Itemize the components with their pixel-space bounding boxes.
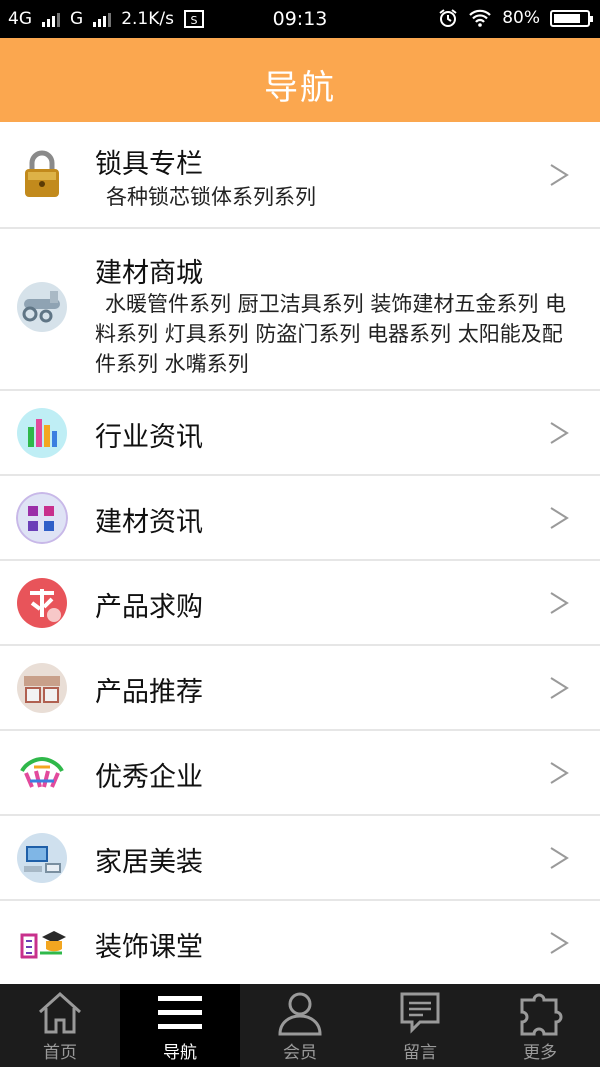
user-icon xyxy=(278,992,322,1036)
chevron-right-icon xyxy=(550,847,569,869)
menu-item-building-mall[interactable]: 建材商城 水暖管件系列 厨卫洁具系列 装饰建材五金系列 电料系列 灯具系列 防盗… xyxy=(0,229,600,391)
alarm-icon xyxy=(439,9,457,27)
menu-item-lock[interactable]: 锁具专栏 各种锁芯锁体系列系列 xyxy=(0,122,600,229)
menu-item-label: 行业资讯 xyxy=(95,422,203,453)
tab-message[interactable]: 留言 xyxy=(360,984,480,1067)
bottom-tab-bar: 首页 导航 会员 留言 更多 xyxy=(0,984,600,1067)
tab-label: 留言 xyxy=(403,1043,437,1063)
chevron-right-icon xyxy=(550,592,569,614)
tab-label: 会员 xyxy=(283,1043,317,1063)
chevron-right-icon xyxy=(550,932,569,954)
battery-percent: 80% xyxy=(502,8,540,28)
product-recommend-icon xyxy=(17,663,67,713)
nav-menu-list: 锁具专栏 各种锁芯锁体系列系列 建材商城 水暖管件系列 厨卫洁具系列 装饰建材五… xyxy=(0,122,600,986)
purchase-request-icon xyxy=(17,578,67,628)
status-right: 80% xyxy=(438,8,593,28)
header-bar: 导航 xyxy=(0,38,600,122)
tab-label: 首页 xyxy=(43,1043,77,1063)
excellent-enterprise-icon xyxy=(20,756,64,788)
wifi-icon xyxy=(469,9,491,27)
home-decor-icon xyxy=(17,833,67,883)
status-bar: 4G G 2.1K/s S 09:13 80% xyxy=(0,0,600,38)
menu-item-label: 产品推荐 xyxy=(95,677,203,708)
page-title: 导航 xyxy=(264,68,336,108)
chevron-right-icon xyxy=(550,677,569,699)
building-materials-icon xyxy=(17,282,67,332)
menu-item-building-news[interactable]: 建材资讯 xyxy=(0,476,600,561)
chevron-right-icon xyxy=(550,422,569,444)
menu-icon xyxy=(158,996,202,1029)
home-icon xyxy=(38,991,82,1034)
menu-item-purchase-request[interactable]: 产品求购 xyxy=(0,561,600,646)
battery-fill xyxy=(554,13,580,23)
menu-item-product-recommend[interactable]: 产品推荐 xyxy=(0,646,600,731)
lock-icon xyxy=(25,150,59,197)
menu-item-excellent-enterprise[interactable]: 优秀企业 xyxy=(0,731,600,816)
battery-icon xyxy=(550,9,593,27)
menu-item-label: 优秀企业 xyxy=(95,762,203,793)
tab-member[interactable]: 会员 xyxy=(240,984,360,1067)
menu-item-subtitle: 水暖管件系列 厨卫洁具系列 装饰建材五金系列 电料系列 灯具系列 防盗门系列 电… xyxy=(95,292,567,376)
menu-item-label: 装饰课堂 xyxy=(95,932,203,963)
menu-item-label: 建材商城 xyxy=(95,258,203,289)
building-news-icon xyxy=(16,492,68,544)
message-icon xyxy=(400,992,440,1034)
chevron-right-icon xyxy=(550,164,569,186)
puzzle-icon xyxy=(520,993,563,1036)
industry-news-icon xyxy=(17,408,67,458)
menu-item-label: 建材资讯 xyxy=(95,507,203,538)
decoration-class-icon xyxy=(20,931,66,959)
menu-item-subtitle: 各种锁芯锁体系列系列 xyxy=(106,185,316,209)
menu-item-label: 家居美装 xyxy=(95,847,203,878)
menu-item-industry-news[interactable]: 行业资讯 xyxy=(0,391,600,476)
menu-item-label: 锁具专栏 xyxy=(95,149,203,180)
chevron-right-icon xyxy=(550,507,569,529)
app-screen: 4G G 2.1K/s S 09:13 80% 导航 锁具专栏 各种锁芯锁体系列… xyxy=(0,0,600,1067)
tab-more[interactable]: 更多 xyxy=(480,984,600,1067)
menu-item-label: 产品求购 xyxy=(95,592,203,623)
tab-label: 导航 xyxy=(163,1043,197,1063)
chevron-right-icon xyxy=(550,762,569,784)
menu-item-decoration-class[interactable]: 装饰课堂 xyxy=(0,901,600,986)
tab-navigation[interactable]: 导航 xyxy=(120,984,240,1067)
tab-label: 更多 xyxy=(523,1043,557,1063)
menu-item-home-decor[interactable]: 家居美装 xyxy=(0,816,600,901)
tab-home[interactable]: 首页 xyxy=(0,984,120,1067)
